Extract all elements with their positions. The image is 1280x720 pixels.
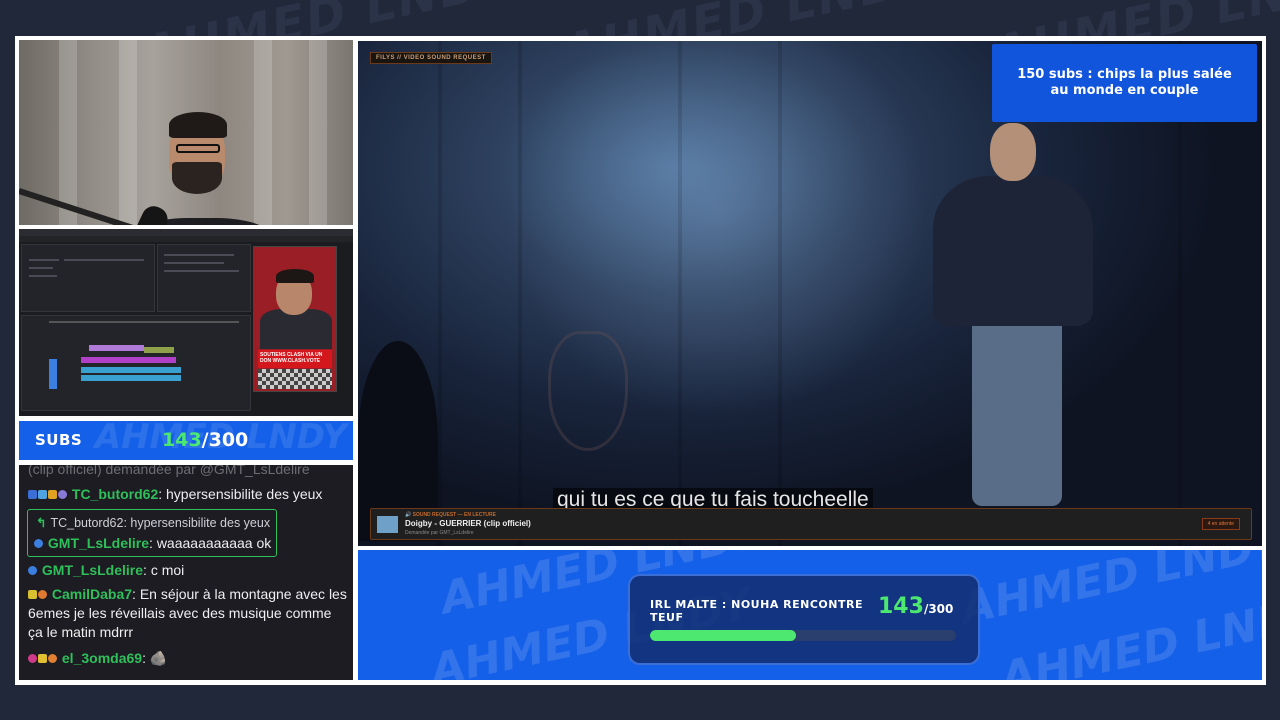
video-editor-capture: SOUTIENS CLASH VIA UN DON WWW.CLASH.VOTE	[19, 229, 353, 416]
now-playing-thumbnail	[377, 516, 398, 533]
editor-preview: SOUTIENS CLASH VIA UN DON WWW.CLASH.VOTE	[253, 246, 337, 392]
chat-username[interactable]: GMT_LsLdelire	[48, 535, 149, 551]
subs-count: 143/300	[162, 429, 249, 451]
chat-message[interactable]: el_3omda69: 🪨	[28, 649, 347, 668]
subs-label: SUBS	[35, 431, 83, 449]
badge-icon	[28, 490, 37, 499]
now-playing-requester: Demandée par GMT_LsLdelire	[405, 530, 474, 536]
queue-status-badge: 4 en attente	[1201, 518, 1240, 530]
badge-icon	[48, 654, 57, 663]
chat-username[interactable]: TC_butord62	[72, 486, 158, 502]
reply-message: GMT_LsLdelire: waaaaaaaaaaa ok	[34, 535, 271, 551]
chat-text: 🪨	[149, 650, 168, 666]
goal-progress-fill	[650, 630, 796, 641]
chat-username[interactable]: CamilDaba7	[52, 586, 132, 602]
chat-username[interactable]: GMT_LsLdelire	[42, 562, 143, 578]
chat-message[interactable]: GMT_LsLdelire: c moi	[28, 561, 347, 580]
reply-arrow-icon: ↰	[36, 516, 47, 530]
video-tag: FILYS // VIDEO SOUND REQUEST	[370, 52, 492, 64]
goal-count: 143/300	[878, 594, 954, 619]
badge-icon	[38, 654, 47, 663]
badge-icon	[58, 490, 67, 499]
now-playing-bar: 🔊 SOUND REQUEST — EN LECTURE Doigby - GU…	[370, 508, 1252, 540]
goal-progress-bar	[650, 630, 956, 641]
reply-thread[interactable]: ↰ TC_butord62: hypersensibilite des yeux …	[27, 509, 277, 557]
chat-text: hypersensibilite des yeux	[166, 486, 323, 502]
goal-title: IRL MALTE : NOUHA RENCONTRE TEUF	[650, 598, 863, 624]
preview-caption: SOUTIENS CLASH VIA UN DON WWW.CLASH.VOTE	[258, 350, 332, 368]
sub-goal-banner: 150 subs : chips la plus salée au monde …	[992, 44, 1257, 122]
chat-username[interactable]: el_3omda69	[62, 650, 142, 666]
badge-icon	[28, 590, 37, 599]
goal-panel: AHMED LNDY AHMED LNDY AHMED LNDY AHMED L…	[358, 550, 1262, 680]
goal-card: IRL MALTE : NOUHA RENCONTRE TEUF 143/300	[628, 574, 980, 665]
webcam-feed	[19, 40, 353, 225]
reply-parent: ↰ TC_butord62: hypersensibilite des yeux	[36, 516, 271, 530]
badge-icon	[28, 654, 37, 663]
chat-ghost-line: (clip officiel) demandée par @GMT_LsLdel…	[28, 465, 310, 477]
chat-message[interactable]: CamilDaba7: En séjour à la montagne avec…	[28, 585, 347, 642]
main-video[interactable]: FILYS // VIDEO SOUND REQUEST 150 subs : …	[358, 41, 1262, 546]
badge-icon	[48, 490, 57, 499]
stage-emblem	[548, 331, 628, 451]
chat-message[interactable]: TC_butord62: hypersensibilite des yeux	[28, 485, 347, 504]
badge-icon	[28, 566, 37, 575]
chat-text: c moi	[150, 562, 185, 578]
subs-counter: AHMED LNDY SUBS 143/300	[19, 421, 353, 460]
chat-panel[interactable]: (clip officiel) demandée par @GMT_LsLdel…	[19, 465, 353, 680]
now-playing-label: 🔊 SOUND REQUEST — EN LECTURE	[405, 512, 496, 518]
singer	[972, 316, 1062, 506]
badge-icon	[38, 590, 47, 599]
now-playing-title: Doigby - GUERRIER (clip officiel)	[405, 519, 531, 528]
badge-icon	[38, 490, 47, 499]
badge-icon	[34, 539, 43, 548]
